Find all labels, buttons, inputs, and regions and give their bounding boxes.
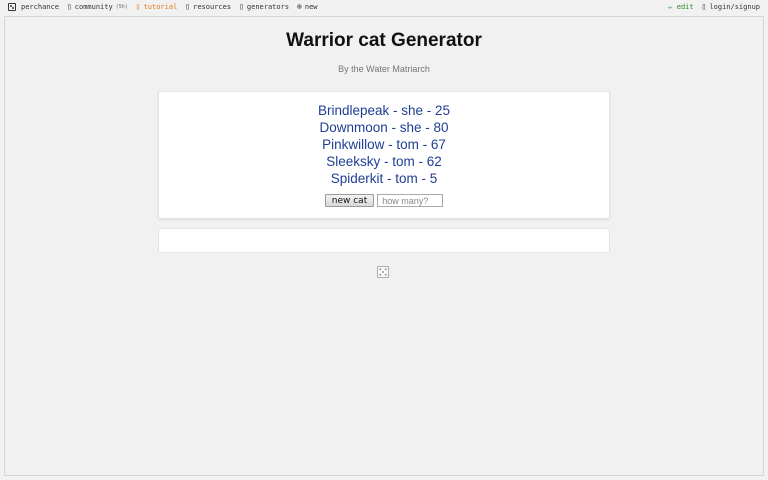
page-title: Warrior cat Generator xyxy=(286,30,482,51)
resources-link[interactable]: ▯ resources xyxy=(185,2,232,12)
new-label: new xyxy=(304,3,318,11)
new-generator-link[interactable]: ⊕ new xyxy=(297,2,318,12)
nav-left: perchance ▯ community (5h) ▯ tutorial ▯ … xyxy=(8,3,326,11)
list-icon: ▯ xyxy=(239,2,244,11)
book-icon: ▯ xyxy=(185,2,191,11)
result-item: Pinkwillow - tom - 67 xyxy=(322,137,446,152)
chat-icon: ▯ xyxy=(66,2,72,11)
generator-controls: new cat xyxy=(159,194,609,207)
generators-link[interactable]: ▯ generators xyxy=(239,2,290,12)
login-signup-link[interactable]: ▯ login/signup xyxy=(701,2,760,12)
tutorial-label: tutorial xyxy=(143,3,178,11)
result-item: Brindlepeak - she - 25 xyxy=(317,103,451,118)
nav-right: ✏ edit ▯ login/signup xyxy=(668,2,760,12)
community-count: (5h) xyxy=(115,4,128,10)
generators-label: generators xyxy=(246,3,290,11)
output-card: Brindlepeak - she - 25 Downmoon - she - … xyxy=(158,91,610,219)
plus-circle-icon: ⊕ xyxy=(297,2,302,11)
new-cat-button[interactable]: new cat xyxy=(324,194,375,207)
results-list: Brindlepeak - she - 25 Downmoon - she - … xyxy=(159,102,609,187)
result-item: Downmoon - she - 80 xyxy=(319,120,449,135)
top-nav-bar: perchance ▯ community (5h) ▯ tutorial ▯ … xyxy=(0,0,768,16)
resources-label: resources xyxy=(193,3,232,11)
perchance-label: perchance xyxy=(21,3,59,11)
result-item: Spiderkit - tom - 5 xyxy=(330,171,438,186)
community-label: community xyxy=(74,3,113,11)
edit-label: edit xyxy=(676,3,694,11)
pencil-icon: ✏ xyxy=(668,3,673,11)
how-many-input[interactable] xyxy=(377,194,444,207)
community-link[interactable]: ▯ community (5h) xyxy=(66,2,128,12)
book-icon: ▯ xyxy=(135,2,141,11)
result-item: Sleeksky - tom - 62 xyxy=(326,154,442,169)
login-label: login/signup xyxy=(709,3,760,11)
perchance-home-link[interactable]: perchance xyxy=(8,3,59,11)
dice-icon xyxy=(8,3,16,11)
secondary-card xyxy=(158,228,610,253)
user-icon: ▯ xyxy=(701,2,707,11)
tutorial-link[interactable]: ▯ tutorial xyxy=(135,2,178,12)
edit-link[interactable]: ✏ edit xyxy=(668,3,693,11)
dice-icon[interactable] xyxy=(377,266,389,278)
page-subtitle: By the Water Matriarch xyxy=(338,64,430,74)
